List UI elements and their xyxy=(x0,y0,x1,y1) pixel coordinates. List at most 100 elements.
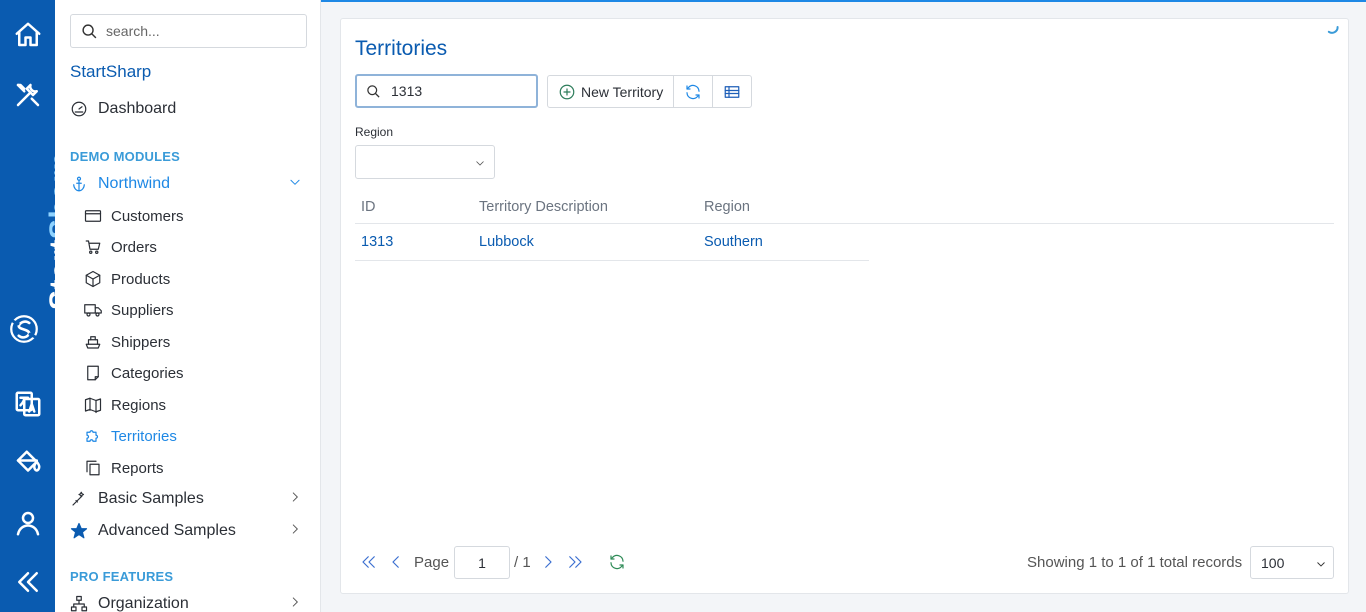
gauge-icon xyxy=(71,101,87,117)
puzzle-icon xyxy=(86,430,99,442)
column-header-region[interactable]: Region xyxy=(704,199,750,215)
quick-search-input[interactable] xyxy=(391,83,521,99)
toolbar: New Territory xyxy=(547,75,753,108)
records-status: Showing 1 to 1 of 1 total records xyxy=(1027,554,1243,571)
refresh-button[interactable] xyxy=(674,76,714,107)
nav-territories-label: Territories xyxy=(111,427,177,445)
search-icon xyxy=(82,23,97,38)
icon-rail: StartSharp xyxy=(0,0,77,612)
new-territory-label: New Territory xyxy=(581,83,664,100)
paint-bucket-icon[interactable] xyxy=(0,445,55,481)
first-page-icon[interactable] xyxy=(360,553,378,571)
copy-icon xyxy=(86,460,100,476)
nav-orders-label: Orders xyxy=(111,238,157,256)
note-icon xyxy=(87,365,99,381)
cell-description[interactable]: Lubbock xyxy=(479,234,534,250)
column-header-id[interactable]: ID xyxy=(361,199,376,215)
anchor-icon xyxy=(73,176,85,192)
nav-regions[interactable]: Regions xyxy=(84,396,320,414)
cell-id[interactable]: 1313 xyxy=(361,234,393,250)
home-icon[interactable] xyxy=(0,17,55,53)
next-page-icon[interactable] xyxy=(539,553,557,571)
sidebar-search-input[interactable] xyxy=(106,23,296,39)
truck-icon xyxy=(84,304,102,317)
chevron-right-icon xyxy=(288,522,302,541)
nav-dashboard-label: Dashboard xyxy=(98,100,177,117)
nav-organization[interactable]: Organization xyxy=(70,595,320,612)
nav-categories-label: Categories xyxy=(111,364,184,382)
nav-products[interactable]: Products xyxy=(84,270,320,288)
nav-dashboard[interactable]: Dashboard xyxy=(70,100,320,118)
nav-shippers-label: Shippers xyxy=(111,333,171,351)
top-accent-line xyxy=(321,0,1366,2)
translate-icon[interactable] xyxy=(0,386,55,422)
map-icon xyxy=(84,397,102,414)
nav-products-label: Products xyxy=(111,270,171,288)
last-page-icon[interactable] xyxy=(566,553,584,571)
card-icon xyxy=(84,210,102,222)
nav-northwind-label: Northwind xyxy=(98,175,171,192)
nav-customers[interactable]: Customers xyxy=(84,207,320,225)
chevron-right-icon xyxy=(288,490,302,509)
total-pages: / 1 xyxy=(514,554,531,571)
star-icon xyxy=(70,522,88,539)
nav-orders[interactable]: Orders xyxy=(84,238,320,256)
tools-icon[interactable] xyxy=(0,77,55,113)
nav-categories[interactable]: Categories xyxy=(84,364,320,382)
sidebar-search[interactable] xyxy=(70,14,307,48)
chevron-down-icon xyxy=(288,175,302,194)
nav-basic-samples-label: Basic Samples xyxy=(98,490,204,507)
new-territory-button[interactable]: New Territory xyxy=(548,76,675,107)
app-title: StartSharp xyxy=(70,62,152,81)
chevron-down-icon xyxy=(1317,562,1325,567)
nav-territories[interactable]: Territories xyxy=(84,427,320,445)
user-icon[interactable] xyxy=(0,505,55,541)
search-icon xyxy=(367,84,380,98)
table-row[interactable]: 1313 Lubbock Southern xyxy=(355,225,869,261)
quick-search[interactable] xyxy=(355,74,538,108)
nav-suppliers[interactable]: Suppliers xyxy=(84,301,320,319)
brand-logo-icon xyxy=(10,315,38,343)
page-size-value: 100 xyxy=(1261,554,1285,571)
page-title: Territories xyxy=(355,37,448,60)
page-size-select[interactable]: 100 xyxy=(1250,546,1334,579)
region-filter-select[interactable] xyxy=(355,145,495,179)
nav-advanced-samples-label: Advanced Samples xyxy=(98,522,236,539)
loading-spinner-icon xyxy=(1327,26,1339,34)
nav-advanced-samples[interactable]: Advanced Samples xyxy=(70,522,320,540)
grid-header: ID Territory Description Region xyxy=(355,197,1334,224)
cart-icon xyxy=(85,240,101,254)
page-number-input[interactable] xyxy=(454,546,510,579)
nav-shippers[interactable]: Shippers xyxy=(84,333,320,351)
nav-basic-samples[interactable]: Basic Samples xyxy=(70,490,320,508)
refresh-icon xyxy=(686,84,700,99)
wand-icon xyxy=(72,491,85,506)
sidebar: StartSharp Dashboard DEMO MODULES Northw… xyxy=(55,0,321,612)
plus-circle-icon xyxy=(559,84,575,99)
nav-organization-label: Organization xyxy=(98,595,189,612)
column-header-description[interactable]: Territory Description xyxy=(479,199,608,215)
region-filter-label: Region xyxy=(355,125,394,139)
section-demo-modules: DEMO MODULES xyxy=(70,149,181,164)
pager: Page / 1 Showing 1 to 1 of 1 total recor… xyxy=(355,545,1334,579)
prev-page-icon[interactable] xyxy=(387,553,405,571)
column-picker-button[interactable] xyxy=(713,76,751,107)
section-pro-features: PRO FEATURES xyxy=(70,569,174,584)
nav-suppliers-label: Suppliers xyxy=(111,301,174,319)
nav-northwind[interactable]: Northwind xyxy=(70,175,320,193)
nav-customers-label: Customers xyxy=(111,207,184,225)
ship-icon xyxy=(85,336,101,349)
chevron-right-icon xyxy=(288,595,302,612)
nav-reports-label: Reports xyxy=(111,459,164,477)
main-card: Territories New Territory Region ID Terr… xyxy=(340,18,1349,594)
chevron-down-icon xyxy=(476,161,484,166)
cell-region[interactable]: Southern xyxy=(704,234,763,250)
reload-icon[interactable] xyxy=(608,553,626,571)
box-icon xyxy=(85,270,101,288)
table-icon xyxy=(724,85,740,98)
nav-regions-label: Regions xyxy=(111,396,167,414)
org-chart-icon xyxy=(70,595,88,612)
collapse-sidebar-icon[interactable] xyxy=(0,564,55,600)
nav-reports[interactable]: Reports xyxy=(84,459,320,477)
page-label: Page xyxy=(414,554,450,571)
